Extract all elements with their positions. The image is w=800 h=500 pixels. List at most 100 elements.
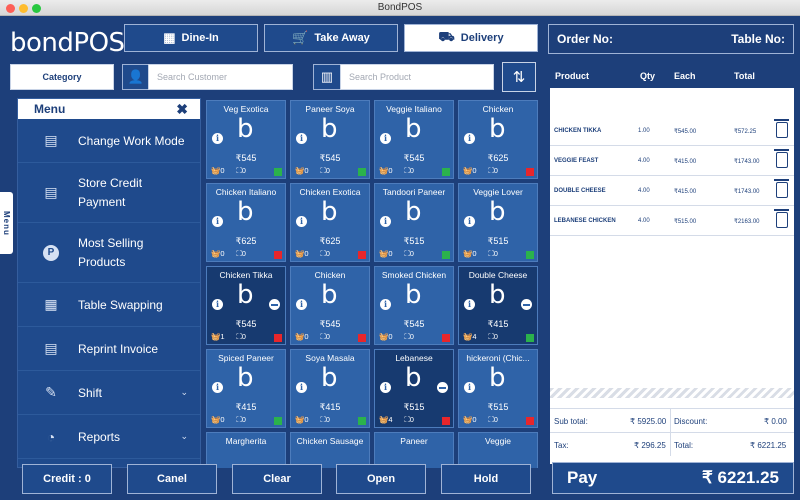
info-icon[interactable]: i xyxy=(380,133,391,144)
close-icon[interactable]: ✖ xyxy=(176,99,188,119)
info-icon[interactable]: i xyxy=(212,216,223,227)
trash-icon[interactable] xyxy=(774,119,789,138)
product-card[interactable]: Veg Exotica b i ₹545 🧺0 ⛶0 xyxy=(206,100,286,179)
cancel-button[interactable]: Canel xyxy=(127,464,217,494)
close-window-button[interactable] xyxy=(6,4,15,13)
product-price: ₹515 xyxy=(487,402,509,412)
sort-icon[interactable]: ⇅ xyxy=(502,62,536,92)
take-away-button[interactable]: 🛒 Take Away xyxy=(264,24,398,52)
product-card[interactable]: Chicken Exotica b i ₹625 🧺0 ⛶0 xyxy=(290,183,370,262)
product-card[interactable]: Spiced Paneer b i ₹415 🧺0 ⛶0 xyxy=(206,349,286,428)
product-card[interactable]: Soya Masala b i ₹415 🧺0 ⛶0 xyxy=(290,349,370,428)
trash-icon[interactable] xyxy=(774,149,789,168)
minimize-window-button[interactable] xyxy=(19,4,28,13)
product-logo-icon: b xyxy=(405,114,422,144)
product-card[interactable]: hickeroni (Chic... b i ₹515 🧺0 ⛶0 xyxy=(458,349,538,428)
cart-qty: 🧺0 xyxy=(463,249,477,258)
invoice-icon: ▤ xyxy=(44,340,58,356)
window-titlebar: BondPOS xyxy=(0,0,800,16)
info-icon[interactable]: i xyxy=(464,216,475,227)
product-card[interactable]: Veggie xyxy=(458,432,538,468)
menu-item-table-swapping[interactable]: ▦ Table Swapping xyxy=(18,283,200,327)
order-panel: Product Qty Each Total CHICKEN TIKKA 1.00… xyxy=(550,66,794,464)
trash-icon[interactable] xyxy=(774,209,789,228)
info-icon[interactable]: i xyxy=(212,299,223,310)
open-button[interactable]: Open xyxy=(336,464,426,494)
cart-qty: 4.00 xyxy=(638,158,650,164)
cart-icon: 🛒 xyxy=(292,30,309,45)
product-search-input[interactable] xyxy=(341,65,493,89)
menu-item-reports[interactable]: ◔ Reports ⌄ xyxy=(18,415,200,459)
info-icon[interactable]: i xyxy=(380,216,391,227)
product-card[interactable]: Veggie Lover b i ₹515 🧺0 ⛶0 xyxy=(458,183,538,262)
info-icon[interactable]: i xyxy=(212,133,223,144)
cart-row[interactable]: DOUBLE CHEESE 4.00 ₹415.00 ₹1743.00 xyxy=(550,176,794,206)
product-name: Lebanese xyxy=(395,353,433,363)
category-button[interactable]: Category xyxy=(10,64,114,90)
stock-qty: ⛶0 xyxy=(488,415,498,424)
menu-item-store-credit-payment[interactable]: ▤ Store Credit Payment xyxy=(18,163,200,223)
hold-button[interactable]: Hold xyxy=(441,464,531,494)
product-card[interactable]: Double Cheese b i ₹415 🧺4 ⛶0 xyxy=(458,266,538,345)
product-name: hickeroni (Chic... xyxy=(466,353,530,363)
decrease-icon[interactable] xyxy=(521,299,532,310)
col-total: Total xyxy=(734,71,755,81)
add-customer-icon[interactable]: 👤 xyxy=(122,64,150,90)
stock-qty: ⛶0 xyxy=(404,249,414,258)
clear-button[interactable]: Clear xyxy=(232,464,322,494)
cart-total: ₹572.25 xyxy=(734,129,757,135)
pay-button[interactable]: Pay ₹ 6221.25 xyxy=(552,462,794,494)
cart-total: ₹2163.00 xyxy=(734,219,760,225)
menu-panel: Menu ✖ ▤ Change Work Mode ▤ Store Credit… xyxy=(17,98,201,468)
menu-item-reprint-invoice[interactable]: ▤ Reprint Invoice xyxy=(18,327,200,371)
menu-item-shift[interactable]: ✎ Shift ⌄ xyxy=(18,371,200,415)
cart-header: Product Qty Each Total xyxy=(550,66,794,88)
product-card[interactable]: Chicken b i ₹545 🧺0 ⛶0 xyxy=(290,266,370,345)
product-logo-icon: b xyxy=(237,197,254,227)
trash-icon[interactable] xyxy=(774,179,789,198)
cart-qty: 🧺0 xyxy=(295,332,309,341)
barcode-icon[interactable]: ▥ xyxy=(313,64,341,90)
product-card[interactable]: Lebanese b i ₹515 🧺4 ⛶0 xyxy=(374,349,454,428)
menu-item-change-work-mode[interactable]: ▤ Change Work Mode xyxy=(18,119,200,163)
product-card[interactable]: Chicken Italiano b i ₹625 🧺0 ⛶0 xyxy=(206,183,286,262)
dine-in-button[interactable]: ▦ Dine-In xyxy=(124,24,258,52)
cart-product: VEGGIE FEAST xyxy=(554,158,599,164)
menu-side-tab[interactable]: Menu xyxy=(0,192,13,254)
cart-qty: 🧺1 xyxy=(211,332,225,341)
menu-item-most-selling-products[interactable]: P Most Selling Products xyxy=(18,223,200,283)
product-card[interactable]: Veggie Italiano b i ₹545 🧺0 ⛶0 xyxy=(374,100,454,179)
delivery-button[interactable]: ⛟ Delivery xyxy=(404,24,538,52)
stock-qty: ⛶0 xyxy=(404,332,414,341)
info-icon[interactable]: i xyxy=(464,133,475,144)
info-icon[interactable]: i xyxy=(296,299,307,310)
info-icon[interactable]: i xyxy=(296,382,307,393)
cart-row[interactable]: LEBANESE CHICKEN 4.00 ₹515.00 ₹2163.00 xyxy=(550,206,794,236)
product-card[interactable]: Smoked Chicken b i ₹545 🧺0 ⛶0 xyxy=(374,266,454,345)
info-icon[interactable]: i xyxy=(380,382,391,393)
product-card[interactable]: Chicken Sausage xyxy=(290,432,370,468)
product-card[interactable]: Paneer Soya b i ₹545 🧺0 ⛶0 xyxy=(290,100,370,179)
stock-qty: ⛶0 xyxy=(236,249,246,258)
product-card[interactable]: Chicken Tikka b i ₹545 🧺1 ⛶0 xyxy=(206,266,286,345)
zoom-window-button[interactable] xyxy=(32,4,41,13)
info-icon[interactable]: i xyxy=(464,299,475,310)
product-card[interactable]: Paneer xyxy=(374,432,454,468)
cart-row[interactable]: VEGGIE FEAST 4.00 ₹415.00 ₹1743.00 xyxy=(550,146,794,176)
info-icon[interactable]: i xyxy=(380,299,391,310)
product-card[interactable]: Tandoori Paneer b i ₹515 🧺0 ⛶0 xyxy=(374,183,454,262)
customer-search-input[interactable] xyxy=(149,65,292,89)
info-icon[interactable]: i xyxy=(296,216,307,227)
product-card[interactable]: Chicken b i ₹625 🧺0 ⛶0 xyxy=(458,100,538,179)
info-icon[interactable]: i xyxy=(464,382,475,393)
cart-qty: 🧺4 xyxy=(379,415,393,424)
product-card[interactable]: Margherita xyxy=(206,432,286,468)
product-price: ₹545 xyxy=(235,319,257,329)
cart-row[interactable]: CHICKEN TIKKA 1.00 ₹545.00 ₹572.25 xyxy=(550,116,794,146)
decrease-icon[interactable] xyxy=(269,299,280,310)
info-icon[interactable]: i xyxy=(212,382,223,393)
cart-qty: 🧺0 xyxy=(379,166,393,175)
info-icon[interactable]: i xyxy=(296,133,307,144)
decrease-icon[interactable] xyxy=(437,382,448,393)
credit-button[interactable]: Credit : 0 xyxy=(22,464,112,494)
